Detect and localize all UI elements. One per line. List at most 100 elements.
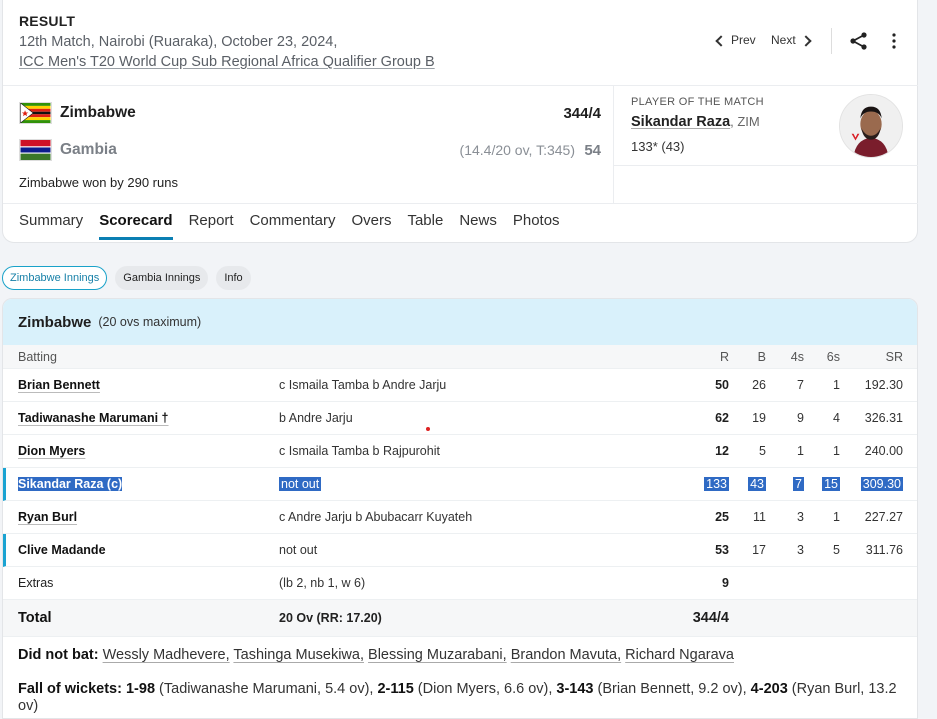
- tab-photos[interactable]: Photos: [513, 212, 560, 240]
- cursor-dot: [426, 427, 430, 431]
- player-link[interactable]: Tashinga Musekiwa,: [233, 647, 364, 663]
- fours: 7: [793, 477, 804, 491]
- strike-rate: 309.30: [860, 477, 903, 491]
- total-label: Total: [18, 610, 52, 626]
- tab-overs[interactable]: Overs: [351, 212, 391, 240]
- table-row: Tadiwanashe Marumani † b Andre Jarju 62 …: [3, 402, 917, 435]
- dismissal: b Andre Jarju: [279, 411, 353, 425]
- batter-name[interactable]: Sikandar Raza (c): [18, 477, 123, 491]
- match-info: 12th Match, Nairobi (Ruaraka), October 2…: [19, 34, 338, 50]
- tab-report[interactable]: Report: [189, 212, 234, 240]
- batter-name[interactable]: Clive Madande: [18, 543, 106, 557]
- innings-header[interactable]: Zimbabwe (20 ovs maximum): [3, 299, 917, 345]
- fours: 3: [797, 543, 804, 557]
- runs: 12: [715, 444, 729, 458]
- did-not-bat-label: Did not bat:: [18, 647, 99, 663]
- gambia-flag-icon: [19, 139, 52, 161]
- tab-news[interactable]: News: [459, 212, 497, 240]
- tab-commentary[interactable]: Commentary: [250, 212, 336, 240]
- extras-value: 9: [722, 576, 729, 590]
- potm-player[interactable]: Sikandar Raza, ZIM: [631, 114, 760, 130]
- fow-score: 3-143: [556, 681, 594, 697]
- team-score: 54: [584, 141, 601, 159]
- potm-country: , ZIM: [730, 114, 760, 129]
- series-link[interactable]: ICC Men's T20 World Cup Sub Regional Afr…: [19, 54, 435, 70]
- batting-header-row: Batting R B 4s 6s SR: [3, 345, 917, 369]
- total-row: Total 20 Ov (RR: 17.20) 344/4: [3, 600, 917, 637]
- sixes: 1: [833, 378, 840, 392]
- sixes: 15: [822, 477, 840, 491]
- prev-label: Prev: [731, 33, 756, 47]
- balls: 26: [752, 378, 766, 392]
- runs: 25: [715, 510, 729, 524]
- extras-detail: (lb 2, nb 1, w 6): [279, 576, 366, 590]
- fow-label: Fall of wickets:: [18, 681, 122, 697]
- balls: 43: [748, 477, 766, 491]
- dismissal: not out: [279, 477, 322, 491]
- sixes: 1: [833, 510, 840, 524]
- batter-name[interactable]: Brian Bennett: [18, 378, 100, 392]
- potm-stat: 133* (43): [631, 139, 685, 154]
- tab-summary[interactable]: Summary: [19, 212, 83, 240]
- sixes: 5: [833, 543, 840, 557]
- more-vertical-icon[interactable]: [887, 31, 901, 51]
- runs: 50: [715, 378, 729, 392]
- batter-name[interactable]: Tadiwanashe Marumani †: [18, 411, 169, 425]
- table-row: Dion Myers c Ismaila Tamba b Rajpurohit …: [3, 435, 917, 468]
- potm-label: PLAYER OF THE MATCH: [631, 96, 764, 108]
- player-link[interactable]: Richard Ngarava: [625, 647, 734, 663]
- share-icon[interactable]: [848, 30, 870, 52]
- total-detail: 20 Ov (RR: 17.20): [279, 611, 382, 625]
- fow-detail: (Tadiwanashe Marumani, 5.4 ov),: [159, 681, 374, 697]
- strike-rate: 326.31: [864, 411, 903, 425]
- match-tabs: Summary Scorecard Report Commentary Over…: [19, 212, 560, 240]
- fow-score: 4-203: [750, 681, 788, 697]
- result-label: RESULT: [19, 13, 76, 29]
- avatar[interactable]: [839, 94, 903, 158]
- team-row-gambia[interactable]: Gambia (14.4/20 ov, T:345) 54: [19, 137, 601, 163]
- balls: 5: [759, 444, 766, 458]
- fow-score: 1-98: [125, 681, 156, 697]
- strike-rate: 227.27: [864, 510, 903, 524]
- extras-row: Extras (lb 2, nb 1, w 6) 9: [3, 567, 917, 600]
- batter-name[interactable]: Ryan Burl: [18, 510, 77, 524]
- team-row-zimbabwe[interactable]: Zimbabwe 344/4: [19, 100, 601, 126]
- balls: 19: [752, 411, 766, 425]
- total-value: 344/4: [692, 610, 729, 626]
- divider: [613, 86, 614, 203]
- pill-gambia-innings[interactable]: Gambia Innings: [115, 266, 209, 290]
- batter-name[interactable]: Dion Myers: [18, 444, 85, 458]
- dismissal: c Ismaila Tamba b Rajpurohit: [279, 444, 440, 458]
- prev-match-button[interactable]: Prev: [715, 33, 756, 47]
- col-fours: 4s: [790, 349, 804, 364]
- match-header-card: RESULT 12th Match, Nairobi (Ruaraka), Oc…: [2, 0, 918, 243]
- potm-player-name[interactable]: Sikandar Raza: [631, 114, 730, 130]
- team-score: 344/4: [563, 104, 601, 122]
- tab-table[interactable]: Table: [407, 212, 443, 240]
- next-match-button[interactable]: Next: [771, 33, 812, 47]
- did-not-bat: Did not bat: Wessly Madhevere, Tashinga …: [18, 647, 908, 663]
- runs: 53: [715, 543, 729, 557]
- fow-detail: (Dion Myers, 6.6 ov),: [417, 681, 553, 697]
- chevron-left-icon: [715, 34, 727, 47]
- scorecard: Zimbabwe (20 ovs maximum) Batting R B 4s…: [2, 298, 918, 719]
- innings-team: Zimbabwe: [18, 313, 92, 331]
- strike-rate: 192.30: [864, 378, 903, 392]
- fours: 1: [797, 444, 804, 458]
- team-name: Zimbabwe: [60, 104, 136, 121]
- balls: 17: [752, 543, 766, 557]
- player-link[interactable]: Blessing Muzarabani,: [368, 647, 507, 663]
- strike-rate: 240.00: [864, 444, 903, 458]
- player-link[interactable]: Brandon Mavuta,: [511, 647, 621, 663]
- fow-score: 2-115: [377, 681, 414, 697]
- table-row: Ryan Burl c Andre Jarju b Abubacarr Kuya…: [3, 501, 917, 534]
- dismissal: c Ismaila Tamba b Andre Jarju: [279, 378, 447, 392]
- tab-scorecard[interactable]: Scorecard: [99, 212, 173, 240]
- fow-detail: (Brian Bennett, 9.2 ov),: [597, 681, 747, 697]
- table-row: Clive Madande not out 53 17 3 5 311.76: [3, 534, 917, 567]
- pill-info[interactable]: Info: [216, 266, 251, 290]
- player-link[interactable]: Wessly Madhevere,: [103, 647, 230, 663]
- col-strike-rate: SR: [885, 349, 903, 364]
- pill-zimbabwe-innings[interactable]: Zimbabwe Innings: [2, 266, 108, 290]
- runs: 133: [704, 477, 729, 491]
